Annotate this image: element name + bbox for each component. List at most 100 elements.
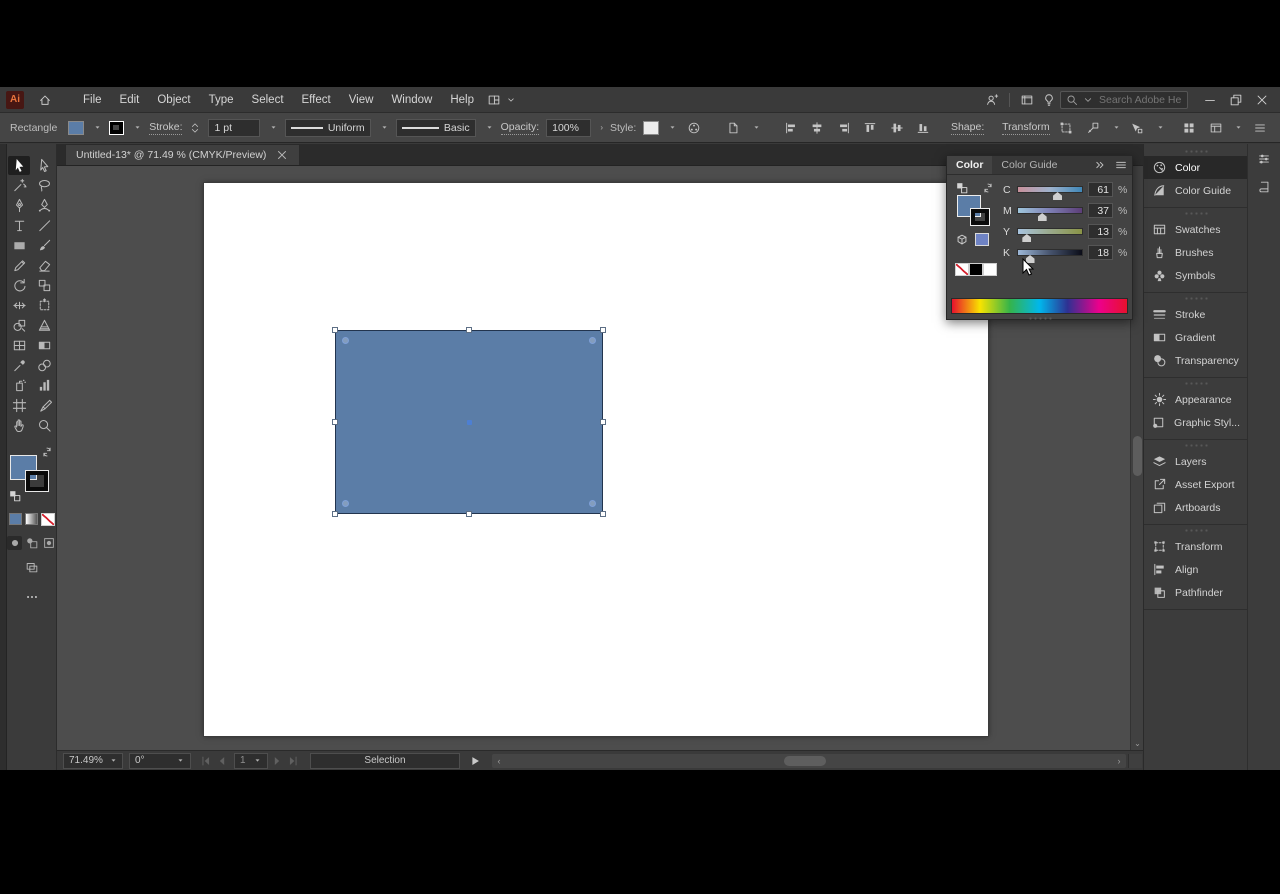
c-slider[interactable] [1017, 186, 1083, 200]
stroke-weight-stepper[interactable] [189, 118, 201, 138]
last-artboard-icon[interactable] [286, 754, 300, 768]
lightbulb-icon[interactable] [1038, 90, 1060, 110]
align-middle-icon[interactable] [887, 118, 907, 138]
stroke-panel-link[interactable]: Stroke: [149, 121, 183, 135]
direct-selection-tool[interactable] [33, 156, 55, 175]
dock-item-appearance[interactable]: Appearance [1144, 388, 1247, 411]
default-colors-icon[interactable] [8, 489, 22, 503]
live-corner-widget-se[interactable] [589, 500, 596, 507]
artboard-number-dropdown[interactable]: 1 [234, 752, 268, 769]
restore-button[interactable] [1224, 90, 1248, 110]
k-value-field[interactable]: 18 [1088, 245, 1113, 260]
dock-item-color-guide[interactable]: Color Guide [1144, 179, 1247, 202]
slider-thumb[interactable] [1053, 192, 1063, 200]
selection-handle-ne[interactable] [600, 327, 606, 333]
selection-tool[interactable] [8, 156, 30, 175]
align-bottom-icon[interactable] [914, 118, 934, 138]
color-mode-button[interactable] [8, 513, 22, 525]
zoom-level-dropdown[interactable]: 71.49% [63, 752, 123, 769]
panel-group-grip[interactable] [1183, 529, 1208, 532]
width-tool[interactable] [8, 296, 30, 315]
mesh-tool[interactable] [8, 336, 30, 355]
shaper-tool[interactable] [8, 256, 30, 275]
m-slider[interactable] [1017, 207, 1083, 221]
perspective-grid-tool[interactable] [33, 316, 55, 335]
out-of-gamut-icon[interactable] [955, 233, 969, 247]
horizontal-scrollbar-thumb[interactable] [783, 755, 826, 766]
status-play-icon[interactable] [468, 754, 482, 768]
rotate-tool[interactable] [8, 276, 30, 295]
stroke-color-swatch[interactable] [108, 120, 125, 135]
panel-group-grip[interactable] [1183, 212, 1208, 215]
draw-behind-icon[interactable] [24, 536, 39, 550]
select-similar-icon[interactable] [1128, 118, 1148, 138]
draw-normal-icon[interactable] [7, 536, 22, 550]
align-top-icon[interactable] [860, 118, 880, 138]
panel-group-grip[interactable] [1183, 297, 1208, 300]
close-tab-icon[interactable] [275, 148, 289, 162]
panel-group-grip[interactable] [1183, 444, 1208, 447]
bounding-box-icon[interactable] [1057, 118, 1077, 138]
live-corner-widget-nw[interactable] [342, 337, 349, 344]
width-profile-dropdown[interactable]: Uniform [284, 118, 371, 137]
blend-tool[interactable] [33, 356, 55, 375]
symbol-sprayer-tool[interactable] [8, 376, 30, 395]
menu-file[interactable]: File [74, 90, 111, 110]
search-box[interactable] [1060, 90, 1188, 109]
gradient-tool[interactable] [33, 336, 55, 355]
align-center-icon[interactable] [807, 118, 827, 138]
document-tab[interactable]: Untitled-13* @ 71.49 % (CMYK/Preview) [65, 144, 301, 165]
minimize-button[interactable] [1198, 90, 1222, 110]
search-input[interactable] [1097, 92, 1183, 107]
artboard-tool[interactable] [8, 396, 30, 415]
collapse-panel-icon[interactable] [1088, 156, 1110, 174]
dock-item-stroke[interactable]: Stroke [1144, 303, 1247, 326]
draw-inside-icon[interactable] [41, 536, 56, 550]
chevron-down-icon[interactable] [485, 123, 494, 132]
live-corner-widget-sw[interactable] [342, 500, 349, 507]
selection-handle-nw[interactable] [332, 327, 338, 333]
dock-item-transform[interactable]: Transform [1144, 535, 1247, 558]
none-swatch[interactable] [955, 263, 969, 276]
selection-handle-s[interactable] [466, 511, 472, 517]
none-mode-button[interactable] [40, 513, 55, 526]
column-graph-tool[interactable] [33, 376, 55, 395]
web-safe-swatch[interactable] [975, 233, 989, 246]
menu-view[interactable]: View [340, 90, 383, 110]
share-document-icon[interactable] [981, 90, 1003, 110]
recolor-artwork-icon[interactable] [684, 118, 704, 138]
dock-item-gradient[interactable]: Gradient [1144, 326, 1247, 349]
rectangle-tool[interactable] [8, 236, 30, 255]
dock-item-align[interactable]: Align [1144, 558, 1247, 581]
opacity-field[interactable]: 100% [546, 118, 592, 137]
vertical-scrollbar-thumb[interactable] [1133, 436, 1142, 476]
dock-item-color[interactable]: Color [1144, 156, 1247, 179]
magic-wand-tool[interactable] [8, 176, 30, 195]
stroke-proxy-swatch[interactable] [970, 208, 990, 226]
white-swatch[interactable] [983, 263, 997, 276]
gradient-mode-button[interactable] [24, 513, 38, 525]
selection-handle-sw[interactable] [332, 511, 338, 517]
live-corner-widget-ne[interactable] [589, 337, 596, 344]
dock-item-asset-export[interactable]: Asset Export [1144, 473, 1247, 496]
chevron-down-icon[interactable] [752, 123, 761, 132]
align-right-icon[interactable] [834, 118, 854, 138]
selection-handle-n[interactable] [466, 327, 472, 333]
slice-tool[interactable] [33, 396, 55, 415]
libraries-panel-icon[interactable] [1257, 180, 1271, 194]
properties-panel-icon[interactable] [1257, 152, 1271, 166]
panel-group-grip[interactable] [1183, 382, 1208, 385]
selection-handle-w[interactable] [332, 419, 338, 425]
tab-color[interactable]: Color [947, 156, 993, 174]
eyedropper-tool[interactable] [8, 356, 30, 375]
slider-thumb[interactable] [1037, 213, 1047, 221]
style-swatch[interactable] [643, 120, 659, 135]
first-artboard-icon[interactable] [199, 754, 213, 768]
shape-builder-tool[interactable] [8, 316, 30, 335]
object-center-point[interactable] [467, 420, 472, 425]
gpu-performance-icon[interactable] [1016, 90, 1038, 110]
document-setup-icon[interactable] [723, 118, 743, 138]
dock-item-swatches[interactable]: Swatches [1144, 218, 1247, 241]
panel-menu-icon[interactable] [1110, 156, 1132, 174]
scroll-left-icon[interactable]: ‹ [492, 756, 506, 766]
